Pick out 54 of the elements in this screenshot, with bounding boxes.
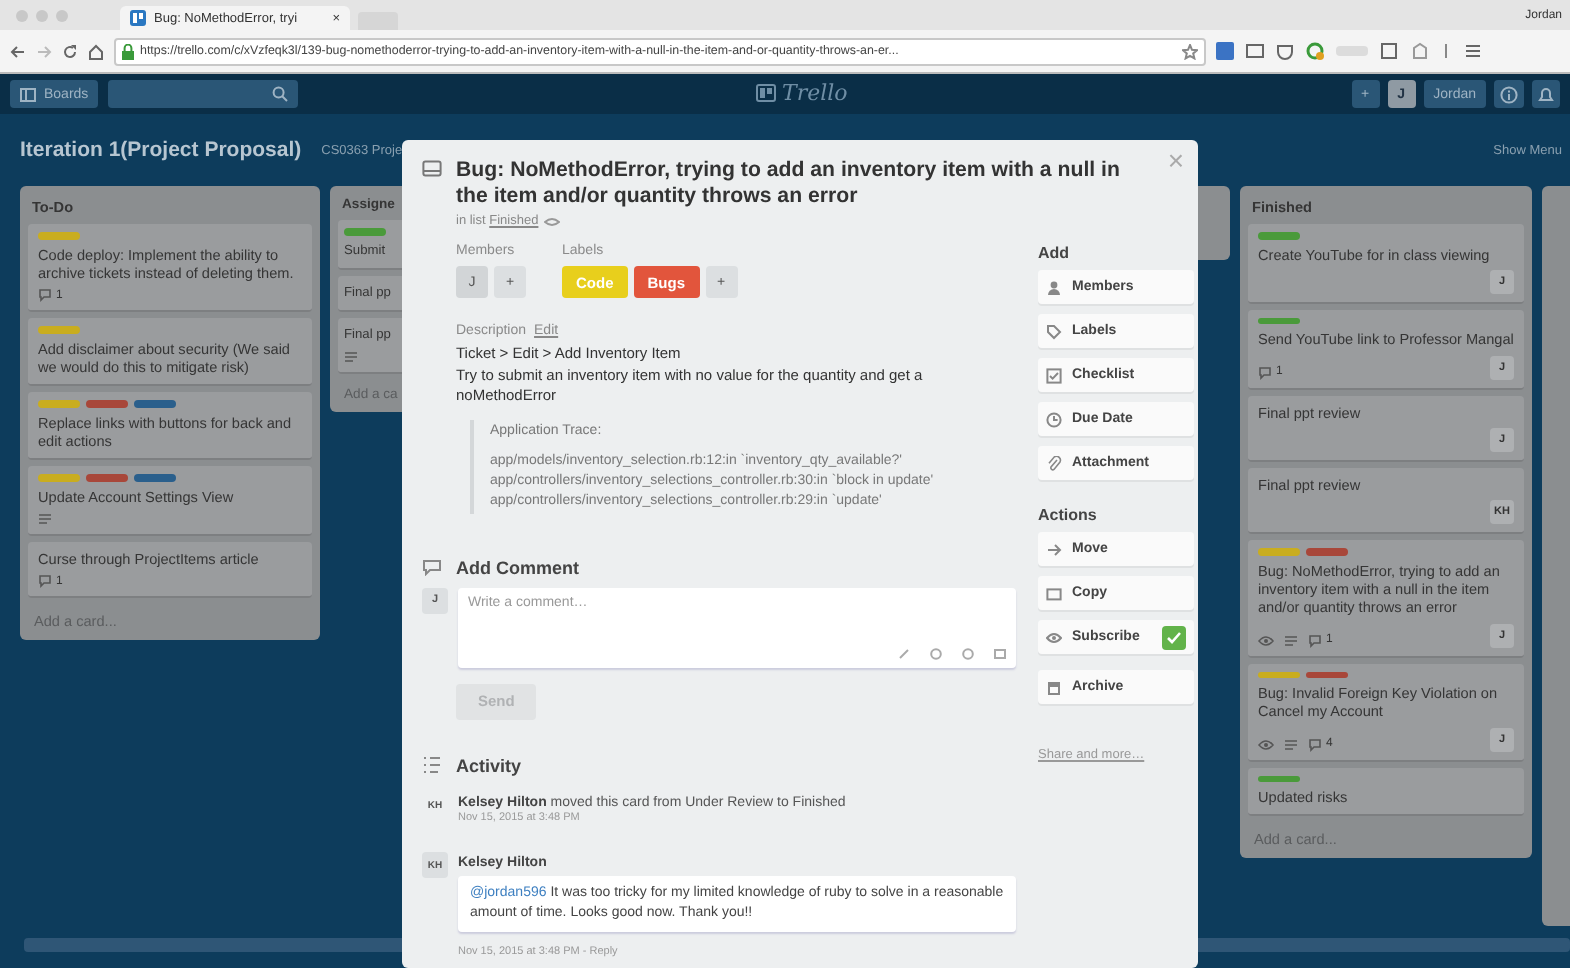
forward-icon[interactable]: [36, 43, 52, 59]
eye-icon: [544, 215, 561, 227]
paperclip-icon: [1046, 455, 1062, 471]
search-field[interactable]: [108, 80, 299, 108]
comment-icon: [38, 574, 52, 589]
card-icon[interactable]: [994, 647, 1006, 659]
mention-icon[interactable]: [930, 647, 942, 659]
back-icon[interactable]: [10, 43, 26, 59]
comment-icon: [422, 558, 442, 576]
pocket-icon[interactable]: [1276, 42, 1294, 60]
attach-icon[interactable]: [898, 647, 910, 659]
section-heading: Activity: [456, 755, 522, 775]
checklist-icon: [1046, 367, 1062, 383]
bell-icon[interactable]: [1538, 85, 1554, 103]
clock-icon: [1046, 411, 1062, 427]
comment-icon: [1308, 737, 1322, 752]
menu-icon[interactable]: [1464, 42, 1482, 60]
card-icon: [422, 158, 442, 178]
arrow-icon: [1046, 541, 1062, 557]
emoji-icon[interactable]: [962, 647, 974, 659]
person-icon: [1046, 279, 1062, 295]
card-icon: [1046, 585, 1062, 601]
archive-icon: [1046, 679, 1062, 695]
search-icon: [272, 86, 289, 102]
board-title[interactable]: Iteration 1(Project Proposal): [20, 138, 302, 162]
cast-icon[interactable]: [1246, 42, 1264, 60]
section-heading: Add Comment: [456, 557, 579, 577]
trello-logo[interactable]: Trello: [756, 80, 848, 106]
actions-heading: Actions: [1038, 506, 1099, 524]
info-icon[interactable]: [1500, 85, 1518, 103]
check-icon: [1166, 629, 1182, 645]
board-icon: [756, 84, 776, 102]
activity-icon: [422, 756, 442, 774]
home-icon[interactable]: [88, 43, 104, 59]
add-heading: Add: [1038, 244, 1072, 262]
comment-icon: [1308, 633, 1322, 648]
reload-icon[interactable]: [62, 43, 78, 59]
eye-icon: [1258, 737, 1274, 752]
favicon-icon: [130, 10, 146, 26]
lock-icon: [122, 43, 134, 59]
board-icon: [20, 87, 36, 101]
description-icon: [344, 350, 358, 365]
tag-icon: [1046, 323, 1062, 339]
description-icon: [1284, 737, 1298, 752]
checkbox[interactable]: [1162, 625, 1186, 649]
eye-icon: [1258, 633, 1274, 648]
description-icon: [38, 512, 52, 527]
eye-icon: [1046, 629, 1062, 645]
comment-icon: [1258, 365, 1272, 380]
comment-icon: [38, 288, 52, 303]
description-icon: [1284, 633, 1298, 648]
bookmark-star-icon[interactable]: [1182, 43, 1198, 59]
card-title[interactable]: Bug: NoMethodError, trying to add an inventory item with a null in the item and/or quantity throws an error: [456, 158, 1146, 210]
logo-text: Trello: [782, 80, 848, 106]
